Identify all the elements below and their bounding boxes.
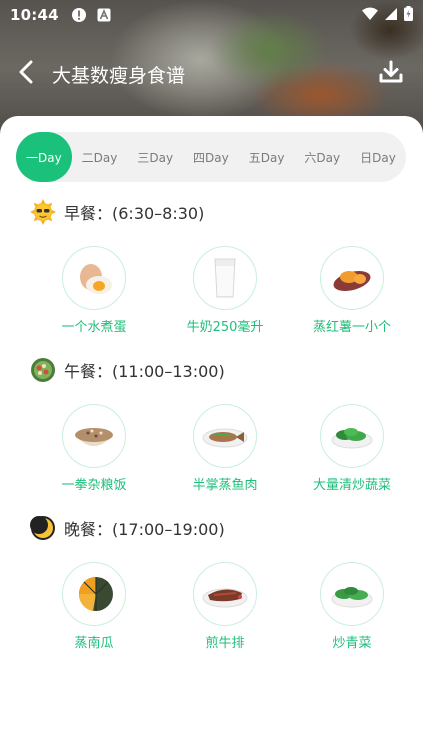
green-vegetables-icon	[320, 562, 384, 626]
battery-icon	[404, 5, 413, 25]
sweet-potato-icon	[320, 246, 384, 310]
milk-glass-icon	[193, 246, 257, 310]
lunch-food-list: 一拳杂粮饭 半掌蒸鱼肉 大量清炒蔬菜	[0, 404, 423, 504]
breakfast-header: 早餐：(6:30–8:30)	[30, 198, 204, 226]
status-bar: 10:44	[0, 0, 423, 30]
lunch-header: 午餐：(11:00–13:00)	[30, 356, 225, 384]
download-button[interactable]	[367, 52, 415, 96]
tab-day-5[interactable]: 五Day	[239, 132, 295, 182]
signal-icon	[384, 6, 398, 25]
stir-fried-greens-icon	[320, 404, 384, 468]
tab-day-6[interactable]: 六Day	[294, 132, 350, 182]
food-item[interactable]: 一拳杂粮饭	[34, 404, 154, 493]
food-item[interactable]: 大量清炒蔬菜	[292, 404, 412, 493]
tab-day-2[interactable]: 二Day	[72, 132, 128, 182]
pumpkin-icon	[62, 562, 126, 626]
dinner-food-list: 蒸南瓜 煎牛排 炒青菜	[0, 562, 423, 662]
food-name: 蒸红薯一小个	[312, 320, 391, 335]
sun-sunglasses-icon	[30, 199, 56, 225]
boiled-egg-icon	[62, 246, 126, 310]
food-name: 牛奶250毫升	[186, 320, 264, 335]
food-item[interactable]: 半掌蒸鱼肉	[165, 404, 285, 493]
tab-day-4[interactable]: 四Day	[183, 132, 239, 182]
food-item[interactable]: 煎牛排	[165, 562, 285, 651]
salad-bowl-icon	[30, 357, 56, 383]
food-name: 一个水煮蛋	[61, 320, 127, 335]
food-name: 半掌蒸鱼肉	[192, 478, 258, 493]
food-item[interactable]: 牛奶250毫升	[165, 246, 285, 335]
breakfast-food-list: 一个水煮蛋 牛奶250毫升 蒸红薯一小个	[0, 246, 423, 346]
food-name: 蒸南瓜	[74, 636, 114, 651]
title-bar: 大基数瘦身食谱	[0, 52, 423, 96]
wifi-icon	[362, 6, 378, 25]
font-app-icon	[97, 8, 111, 22]
dinner-header: 晚餐：(17:00–19:00)	[30, 514, 225, 542]
food-name: 一拳杂粮饭	[61, 478, 127, 493]
moon-icon	[30, 515, 56, 541]
lunch-time-label: 午餐：(11:00–13:00)	[64, 362, 225, 381]
food-item[interactable]: 蒸红薯一小个	[292, 246, 412, 335]
breakfast-time-label: 早餐：(6:30–8:30)	[64, 204, 205, 223]
back-button[interactable]	[2, 52, 50, 96]
chevron-left-icon	[19, 60, 33, 88]
tab-day-1[interactable]: 一Day	[16, 132, 72, 182]
dinner-time-label: 晚餐：(17:00–19:00)	[64, 520, 225, 539]
tab-day-7[interactable]: 日Day	[350, 132, 406, 182]
alert-icon	[71, 7, 87, 23]
grain-rice-icon	[62, 404, 126, 468]
food-name: 煎牛排	[205, 636, 245, 651]
page-title: 大基数瘦身食谱	[52, 64, 186, 87]
food-item[interactable]: 一个水煮蛋	[34, 246, 154, 335]
steamed-fish-icon	[193, 404, 257, 468]
food-name: 大量清炒蔬菜	[312, 478, 391, 493]
day-tab-bar: 一Day 二Day 三Day 四Day 五Day 六Day 日Day	[16, 132, 406, 182]
food-item[interactable]: 炒青菜	[292, 562, 412, 651]
content-sheet: 一Day 二Day 三Day 四Day 五Day 六Day 日Day 早餐：(6…	[0, 116, 423, 752]
status-time: 10:44	[10, 6, 59, 24]
food-item[interactable]: 蒸南瓜	[34, 562, 154, 651]
steak-icon	[193, 562, 257, 626]
tab-day-3[interactable]: 三Day	[127, 132, 183, 182]
download-icon	[378, 59, 404, 89]
food-name: 炒青菜	[332, 636, 372, 651]
